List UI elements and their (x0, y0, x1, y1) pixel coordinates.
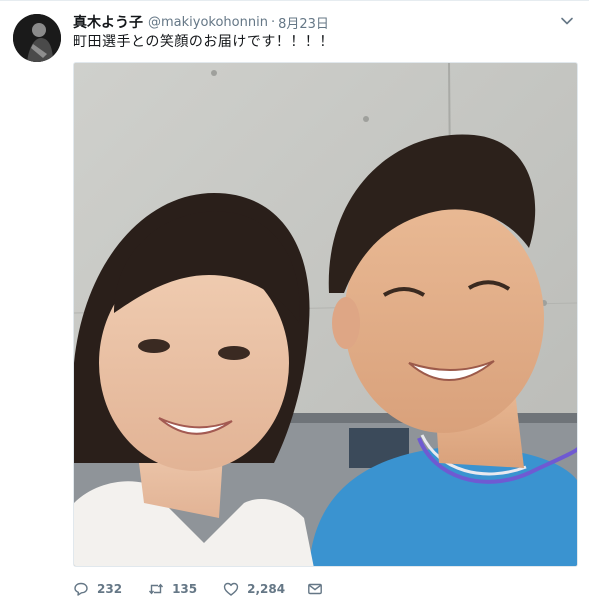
tweet-card[interactable]: 真木よう子 @makiyokohonnin · 8月23日 町田選手との笑顔のお… (0, 0, 589, 600)
heart-icon (223, 582, 239, 596)
mail-icon (308, 583, 322, 595)
retweet-count: 135 (172, 582, 198, 596)
chevron-down-icon[interactable] (559, 13, 575, 29)
direct-message-button[interactable] (307, 581, 331, 597)
reply-count: 232 (97, 582, 123, 596)
reply-button[interactable]: 232 (73, 581, 122, 597)
tweet-date[interactable]: 8月23日 (278, 13, 329, 32)
reply-icon (74, 582, 88, 596)
tweet-actions: 232 135 2,284 (73, 579, 353, 599)
tweet-text: 町田選手との笑顔のお届けです！！！！ (73, 34, 334, 50)
retweet-button[interactable]: 135 (148, 581, 197, 597)
avatar[interactable] (13, 14, 61, 62)
tweet-photo[interactable] (73, 62, 578, 567)
header-separator: · (270, 14, 276, 30)
avatar-image (13, 14, 61, 62)
like-button[interactable]: 2,284 (223, 581, 285, 597)
retweet-icon (149, 583, 164, 595)
author-handle[interactable]: @makiyokohonnin (148, 15, 268, 30)
like-count: 2,284 (247, 582, 286, 596)
photo-image (74, 63, 577, 566)
tweet-header: 真木よう子 @makiyokohonnin · 8月23日 (73, 12, 329, 32)
author-name[interactable]: 真木よう子 (73, 12, 143, 32)
